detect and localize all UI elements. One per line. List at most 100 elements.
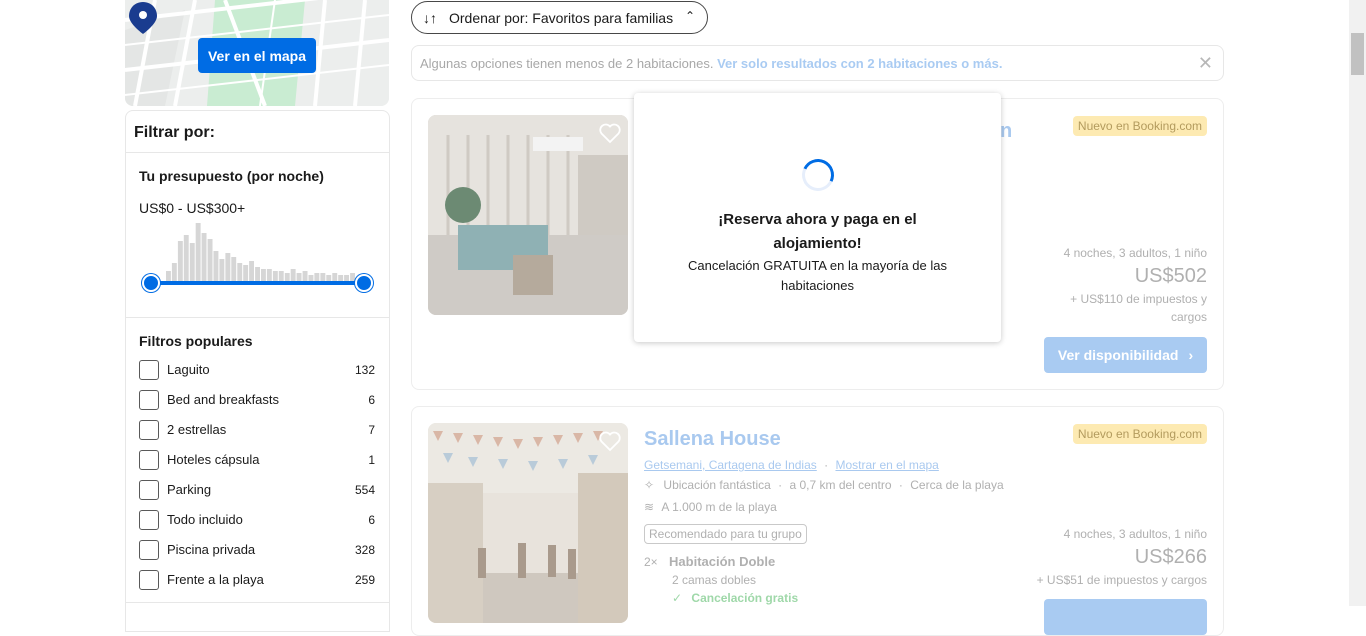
close-icon[interactable]: ✕	[1198, 53, 1213, 74]
street-photo-image	[428, 423, 628, 623]
histogram-bar	[255, 267, 260, 281]
info-banner: Algunas opciones tienen menos de 2 habit…	[411, 45, 1224, 81]
heart-icon[interactable]	[598, 121, 622, 145]
show-on-map-link[interactable]: Mostrar en el mapa	[835, 458, 938, 472]
filter-label: Piscina privada	[167, 542, 256, 557]
banner-link[interactable]: Ver solo resultados con 2 habitaciones o…	[717, 56, 1002, 71]
property-name[interactable]: n	[1000, 120, 1012, 143]
taxes-line: cargos	[1170, 310, 1207, 324]
filter-label: Todo incluido	[167, 512, 243, 527]
location-rating: Ubicación fantástica	[663, 478, 771, 492]
histogram-bar	[290, 269, 296, 281]
filter-label: Bed and breakfasts	[167, 392, 280, 407]
dialog-subtitle: Cancelación GRATUITA en la mayoría de la…	[688, 258, 947, 293]
histogram-bar	[284, 273, 290, 281]
room-type: Habitación Doble	[669, 554, 776, 569]
filter-option[interactable]: Parking 554	[139, 480, 375, 502]
checkbox[interactable]	[139, 510, 159, 530]
budget-range: US$0 - US$300+	[139, 200, 246, 216]
banner-text: Algunas opciones tienen menos de 2 habit…	[420, 56, 714, 71]
chevron-up-down-icon: ⌃	[684, 9, 695, 23]
checkbox[interactable]	[139, 360, 159, 380]
loading-spinner-icon	[797, 154, 839, 196]
property-name[interactable]: Sallena House	[644, 428, 781, 451]
histogram-bar	[272, 271, 278, 281]
histogram-bar	[278, 271, 284, 281]
map-preview[interactable]: Ver en el mapa	[125, 0, 389, 106]
histogram-bar	[320, 273, 326, 281]
new-badge: Nuevo en Booking.com	[1072, 424, 1207, 444]
price: US$266	[1134, 546, 1207, 568]
filter-panel-title: Filtrar por:	[134, 124, 215, 141]
beach-icon: ≋	[644, 500, 655, 514]
button-label: Ver disponibilidad	[1057, 347, 1179, 363]
location-details: ✧ Ubicación fantástica · a 0,7 km del ce…	[644, 478, 1004, 492]
heart-icon[interactable]	[598, 429, 622, 453]
checkbox[interactable]	[139, 450, 159, 470]
budget-title: Tu presupuesto (por noche)	[139, 168, 324, 184]
location-link[interactable]: Getsemani, Cartagena de Indias	[644, 458, 817, 472]
filter-panel: Filtrar por: Tu presupuesto (por noche) …	[125, 110, 390, 632]
checkbox[interactable]	[139, 570, 159, 590]
property-card: Sallena House Nuevo en Booking.com Getse…	[411, 406, 1224, 636]
taxes-line: + US$110 de impuestos y	[1070, 292, 1207, 306]
sort-label: Ordenar por: Favoritos para familias	[449, 9, 674, 26]
budget-slider-max-handle[interactable]	[355, 274, 373, 292]
histogram-bar	[332, 273, 338, 281]
divider	[126, 152, 389, 153]
scrollbar[interactable]	[1349, 0, 1366, 606]
budget-slider-track[interactable]	[149, 281, 363, 285]
filter-option[interactable]: Laguito 132	[139, 360, 375, 382]
recommended-tag: Recomendado para tu grupo	[644, 524, 807, 544]
beach-distance: A 1.000 m de la playa	[661, 500, 777, 514]
price-histogram	[166, 223, 355, 281]
filter-label: Frente a la playa	[167, 572, 264, 587]
beach-distance-row: ≋ A 1.000 m de la playa	[644, 500, 777, 514]
see-availability-button[interactable]	[1044, 599, 1207, 635]
filter-option[interactable]: Bed and breakfasts 6	[139, 390, 375, 412]
histogram-bar	[219, 259, 225, 281]
histogram-bar	[189, 243, 195, 281]
bed-info: 2 camas dobles	[672, 573, 757, 587]
histogram-bar	[249, 261, 254, 281]
dialog-title: ¡Reserva ahora y paga en el alojamiento!	[718, 211, 917, 252]
popular-filters-title: Filtros populares	[139, 333, 253, 349]
filter-label: Parking	[167, 482, 212, 497]
filter-option[interactable]: Piscina privada 328	[139, 540, 375, 562]
checkbox[interactable]	[139, 390, 159, 410]
histogram-bar	[302, 271, 308, 281]
histogram-bar	[231, 257, 237, 281]
histogram-bar	[225, 253, 231, 281]
view-on-map-button[interactable]: Ver en el mapa	[198, 38, 316, 73]
filter-count: 554	[354, 483, 375, 497]
beach-near: Cerca de la playa	[910, 478, 1004, 492]
sort-dropdown[interactable]: ↓↑ Ordenar por: Favoritos para familias …	[411, 1, 708, 34]
chevron-right-icon: ›	[1188, 347, 1194, 363]
check-icon: ✓	[672, 591, 683, 605]
checkbox[interactable]	[139, 480, 159, 500]
filter-option[interactable]: Hoteles cápsula 1	[139, 450, 375, 472]
filter-label: Hoteles cápsula	[167, 452, 260, 467]
histogram-bar	[213, 251, 219, 281]
filter-option[interactable]: 2 estrellas 7	[139, 420, 375, 442]
filter-label: 2 estrellas	[167, 422, 227, 437]
distance: a 0,7 km del centro	[789, 478, 892, 492]
property-photo[interactable]	[428, 423, 628, 623]
filter-count: 6	[368, 513, 375, 527]
taxes-line: + US$51 de impuestos y cargos	[1036, 573, 1207, 587]
histogram-bar	[195, 223, 201, 281]
room-photo-image	[428, 115, 628, 315]
histogram-bar	[166, 271, 171, 281]
filter-option[interactable]: Frente a la playa 259	[139, 570, 375, 592]
scrollbar-thumb[interactable]	[1351, 33, 1364, 75]
filter-count: 259	[354, 573, 375, 587]
checkbox[interactable]	[139, 540, 159, 560]
room-row: 2× Habitación Doble	[644, 554, 775, 569]
loading-dialog: ¡Reserva ahora y paga en el alojamiento!…	[634, 93, 1001, 342]
checkbox[interactable]	[139, 420, 159, 440]
filter-count: 132	[354, 363, 375, 377]
property-photo[interactable]	[428, 115, 628, 315]
see-availability-button[interactable]: Ver disponibilidad ›	[1044, 337, 1207, 373]
filter-option[interactable]: Todo incluido 6	[139, 510, 375, 532]
budget-slider-min-handle[interactable]	[142, 274, 160, 292]
